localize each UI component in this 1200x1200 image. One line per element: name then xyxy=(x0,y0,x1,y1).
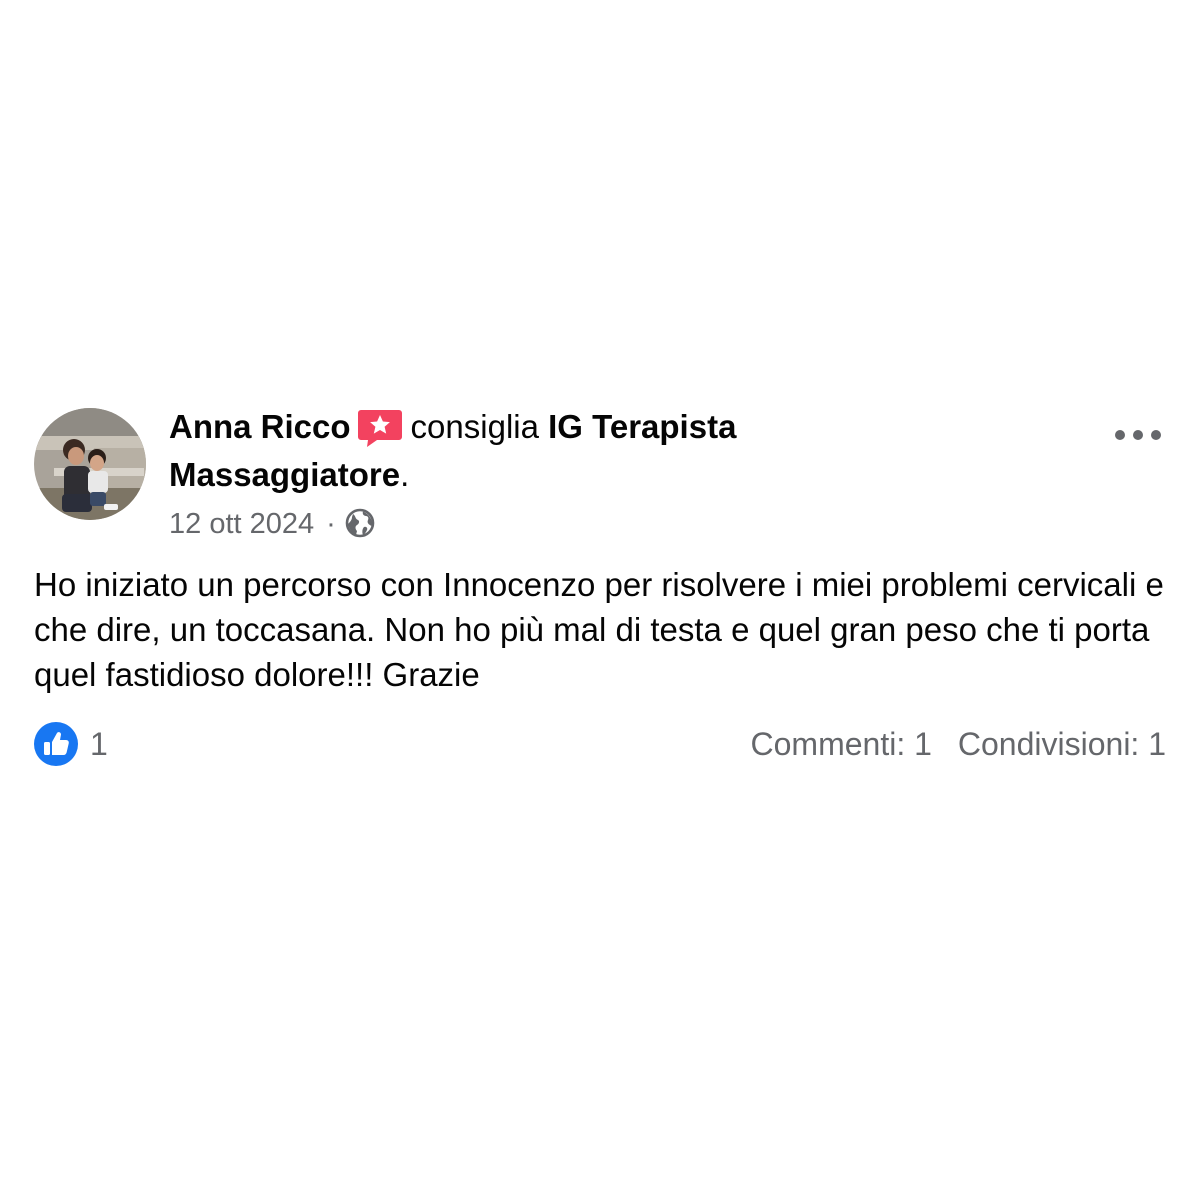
post-header: Anna Ricco consiglia IG Terapista xyxy=(169,407,1069,447)
post-date[interactable]: 12 ott 2024 xyxy=(169,508,314,540)
page-name[interactable]: IG Terapista xyxy=(548,408,736,445)
comments-count[interactable]: Commenti: 1 xyxy=(751,726,932,763)
page-name-continued[interactable]: Massaggiatore xyxy=(169,456,400,493)
recommend-verb: consiglia xyxy=(410,408,539,445)
reaction-summary[interactable]: 1 xyxy=(34,722,108,766)
shares-count[interactable]: Condivisioni: 1 xyxy=(958,726,1166,763)
header-period: . xyxy=(400,456,410,493)
author-avatar[interactable] xyxy=(34,408,146,520)
engagement-counts: Commenti: 1 Condivisioni: 1 xyxy=(751,722,1167,766)
like-count: 1 xyxy=(90,725,108,762)
like-icon xyxy=(34,722,78,766)
meta-separator: · xyxy=(326,508,336,540)
post-header-continued: Massaggiatore. xyxy=(169,455,1069,495)
globe-icon[interactable] xyxy=(344,507,376,539)
more-options-icon[interactable] xyxy=(1112,420,1164,450)
avatar-photo xyxy=(34,408,146,520)
recommend-star-icon xyxy=(357,407,403,447)
review-post: Anna Ricco consiglia IG Terapista Massag… xyxy=(0,0,1200,1200)
post-body: Ho iniziato un percorso con Innocenzo pe… xyxy=(34,566,1164,693)
author-name[interactable]: Anna Ricco xyxy=(169,408,351,445)
post-meta: 12 ott 2024 · xyxy=(169,505,376,543)
